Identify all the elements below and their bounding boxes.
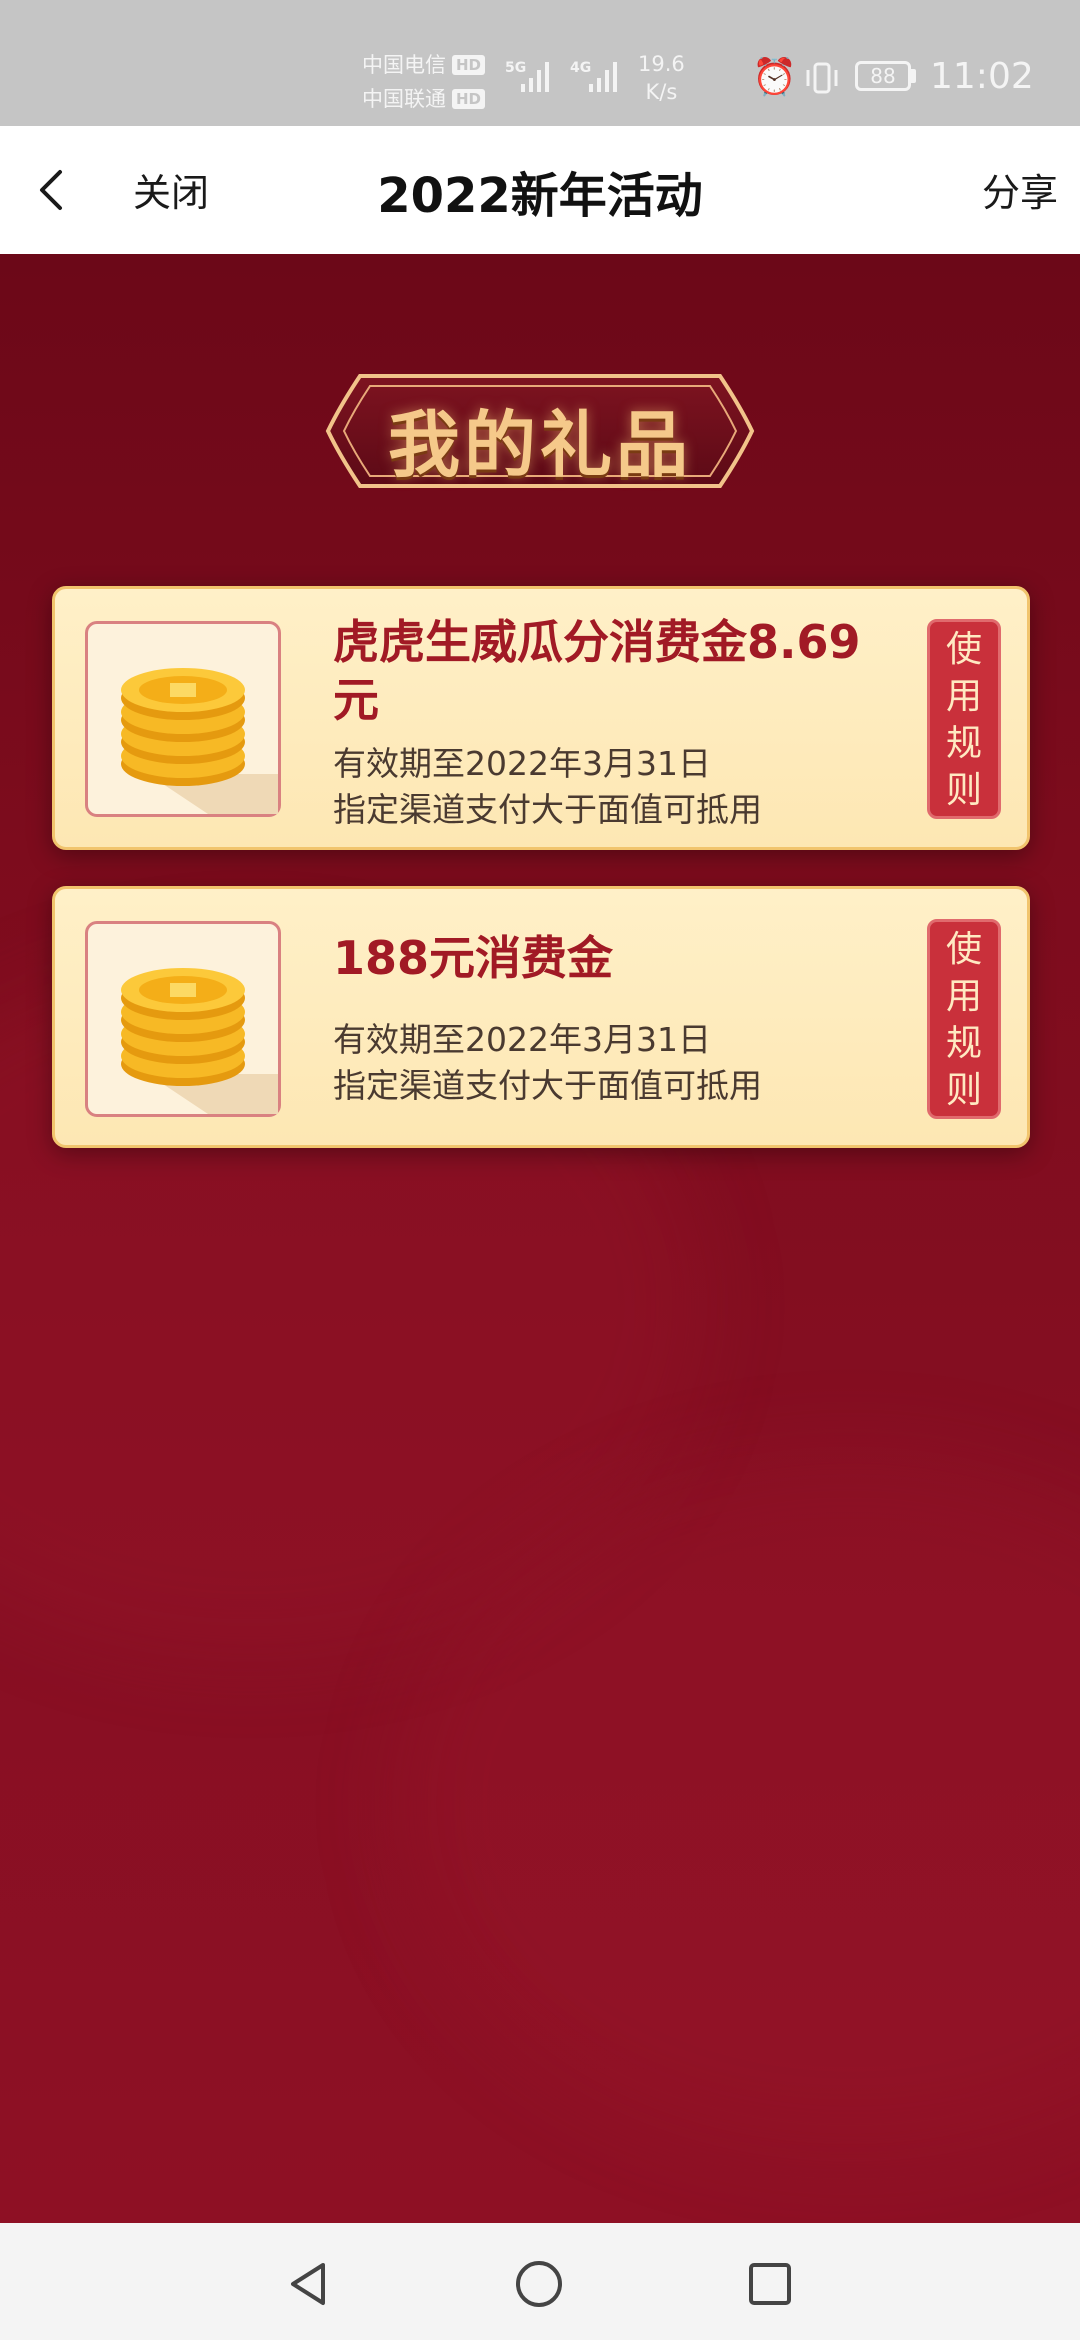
rules-char: 用 bbox=[945, 976, 982, 1017]
clock: 11:02 bbox=[930, 56, 1034, 97]
status-bar: 中国电信 HD 中国联通 HD 5G 4G 19.6 K/s ⏰ 88 11:02 bbox=[0, 0, 1080, 126]
usage-rules-button[interactable]: 使 用 规 则 bbox=[927, 919, 1001, 1119]
speed-value: 19.6 bbox=[638, 52, 685, 76]
carrier-1: 中国电信 bbox=[362, 53, 446, 77]
share-button[interactable]: 分享 bbox=[982, 162, 1058, 217]
alarm-icon: ⏰ bbox=[752, 57, 797, 98]
page-title: 2022新年活动 bbox=[377, 168, 703, 224]
signal-icon bbox=[521, 62, 549, 92]
gift-note: 指定渠道支付大于面值可抵用 bbox=[333, 1066, 762, 1105]
gift-banner: 我的礼品 bbox=[320, 366, 760, 496]
battery-tip bbox=[911, 69, 916, 83]
rules-char: 则 bbox=[945, 1070, 982, 1111]
system-nav-bar bbox=[0, 2223, 1080, 2340]
nav-back-icon[interactable] bbox=[283, 2259, 333, 2309]
hd-badge: HD bbox=[452, 55, 486, 75]
gift-title: 188元消费金 bbox=[333, 931, 614, 985]
coin-stack-icon bbox=[121, 668, 278, 814]
banner-title: 我的礼品 bbox=[387, 402, 692, 487]
signal-icon bbox=[589, 62, 617, 92]
gift-title: 虎虎生威瓜分消费金8.69元 bbox=[333, 615, 861, 727]
gift-thumbnail bbox=[85, 621, 281, 817]
gift-note: 指定渠道支付大于面值可抵用 bbox=[333, 790, 762, 829]
rules-char: 使 bbox=[945, 929, 982, 970]
gift-validity: 有效期至2022年3月31日 bbox=[333, 744, 711, 783]
speed-unit: K/s bbox=[645, 80, 678, 104]
gift-thumbnail bbox=[85, 921, 281, 1117]
battery-icon: 88 bbox=[855, 61, 911, 91]
nav-recent-apps-icon[interactable] bbox=[747, 2261, 793, 2307]
rules-char: 使 bbox=[945, 629, 982, 670]
rules-char: 则 bbox=[945, 770, 982, 811]
nav-home-icon[interactable] bbox=[514, 2259, 564, 2309]
rules-char: 规 bbox=[945, 1023, 982, 1064]
carrier-info: 中国电信 HD 中国联通 HD bbox=[362, 48, 486, 116]
carrier-2: 中国联通 bbox=[362, 87, 446, 111]
app-header: 关闭 2022新年活动 分享 bbox=[0, 126, 1080, 254]
coin-stack-icon bbox=[121, 968, 278, 1114]
gift-card[interactable]: 虎虎生威瓜分消费金8.69元 有效期至2022年3月31日 指定渠道支付大于面值… bbox=[52, 586, 1030, 850]
rules-char: 用 bbox=[945, 676, 982, 717]
gift-card[interactable]: 188元消费金 有效期至2022年3月31日 指定渠道支付大于面值可抵用 使 用… bbox=[52, 886, 1030, 1148]
vibrate-icon bbox=[806, 62, 838, 94]
main-content: 我的礼品 虎虎生威瓜分消费金8.69元 有效期至2022年3月31日 指定渠道支… bbox=[0, 254, 1080, 2223]
usage-rules-button[interactable]: 使 用 规 则 bbox=[927, 619, 1001, 819]
network-speed: 19.6 K/s bbox=[638, 50, 685, 106]
rules-char: 规 bbox=[945, 723, 982, 764]
gift-validity: 有效期至2022年3月31日 bbox=[333, 1020, 711, 1059]
hd-badge: HD bbox=[452, 89, 486, 109]
